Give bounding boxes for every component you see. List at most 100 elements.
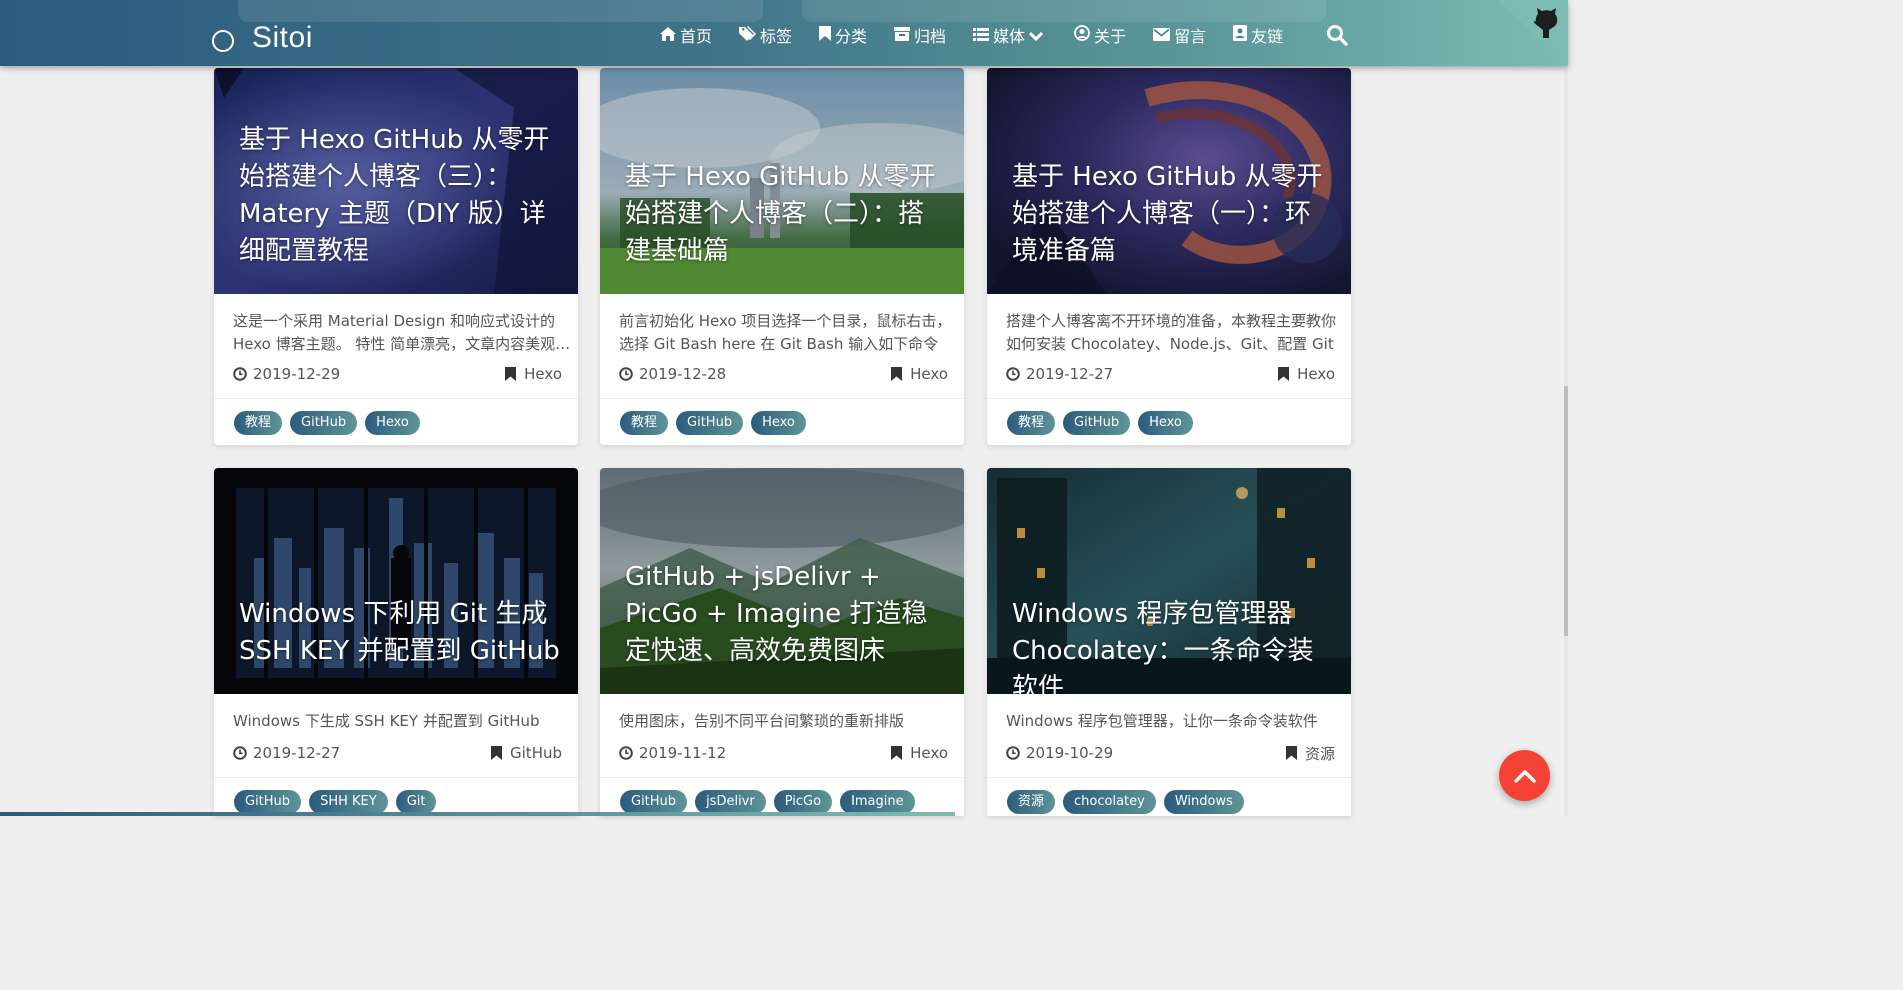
post-cover-image[interactable]: 基于 Hexo GitHub 从零开始搭建个人博客（二）：搭建基础篇 xyxy=(600,68,964,294)
post-title[interactable]: Windows 下利用 Git 生成 SSH KEY 并配置到 GitHub xyxy=(239,596,560,670)
post-cover-image[interactable]: Windows 程序包管理器 Chocolatey：一条命令装软件 xyxy=(987,468,1351,694)
post-category[interactable]: 资源 xyxy=(1285,743,1335,764)
tag-chip[interactable]: GitHub xyxy=(1063,411,1131,435)
logo-icon[interactable] xyxy=(212,30,234,52)
divider xyxy=(987,777,1351,778)
post-card[interactable]: Windows 程序包管理器 Chocolatey：一条命令装软件 Window… xyxy=(987,468,1351,816)
post-card[interactable]: GitHub + jsDelivr + PicGo + Imagine 打造稳定… xyxy=(600,468,964,816)
post-card[interactable]: 基于 Hexo GitHub 从零开始搭建个人博客（一）：环境准备篇 搭建个人博… xyxy=(987,68,1351,445)
post-date: 2019-10-29 xyxy=(1006,744,1113,762)
tag-chip[interactable]: GitHub xyxy=(290,411,358,435)
chevron-up-icon xyxy=(1513,769,1536,783)
post-category-text[interactable]: Hexo xyxy=(910,744,948,762)
nav-item-media[interactable]: 媒体 xyxy=(973,23,1047,47)
clock-icon xyxy=(619,367,633,381)
tag-chip[interactable]: jsDelivr xyxy=(695,790,766,814)
post-category-text[interactable]: Hexo xyxy=(524,365,562,383)
post-card[interactable]: 基于 Hexo GitHub 从零开始搭建个人博客（二）：搭建基础篇 前言初始化… xyxy=(600,68,964,445)
post-cover-image[interactable]: 基于 Hexo GitHub 从零开始搭建个人博客（一）：环境准备篇 xyxy=(987,68,1351,294)
bookmark-icon xyxy=(819,25,832,45)
nav-item-archive[interactable]: 归档 xyxy=(894,23,946,47)
tag-chip[interactable]: GitHub xyxy=(676,411,744,435)
post-card[interactable]: 基于 Hexo GitHub 从零开始搭建个人博客（三）：Matery 主题（D… xyxy=(214,68,578,445)
divider xyxy=(600,398,964,399)
tag-chip[interactable]: GitHub xyxy=(234,790,302,814)
divider xyxy=(214,777,578,778)
nav-item-categories[interactable]: 分类 xyxy=(819,23,867,47)
tag-chip[interactable]: SHH KEY xyxy=(309,790,388,814)
clock-icon xyxy=(1006,367,1020,381)
post-category[interactable]: Hexo xyxy=(891,365,948,383)
nav-item-about[interactable]: 关于 xyxy=(1074,23,1126,47)
back-to-top-button[interactable] xyxy=(1499,750,1550,801)
nav-item-guestbook[interactable]: 留言 xyxy=(1153,23,1206,47)
post-summary: Windows 程序包管理器，让你一条命令装软件 xyxy=(1006,712,1318,730)
bookmark-icon xyxy=(1285,746,1297,760)
post-tags: 教程 GitHub Hexo xyxy=(1007,411,1201,435)
tag-chip[interactable]: Hexo xyxy=(1138,411,1193,435)
post-card[interactable]: Windows 下利用 Git 生成 SSH KEY 并配置到 GitHub W… xyxy=(214,468,578,816)
tag-chip[interactable]: Git xyxy=(395,790,437,814)
main-nav: 首页 标签 分类 归档 媒体 关于 留言 友链 xyxy=(660,22,1310,48)
bookmark-icon xyxy=(1278,367,1290,381)
tag-chip[interactable]: 教程 xyxy=(1007,411,1056,435)
search-icon[interactable] xyxy=(1326,24,1348,46)
tag-chip[interactable]: chocolatey xyxy=(1063,790,1156,814)
post-date-text: 2019-11-12 xyxy=(639,744,727,762)
chevron-down-icon xyxy=(1029,26,1044,45)
nav-label: 标签 xyxy=(760,27,793,46)
post-date-text: 2019-12-28 xyxy=(639,365,727,383)
site-brand[interactable]: Sitoi xyxy=(252,21,313,55)
tag-chip[interactable]: 教程 xyxy=(234,411,283,435)
post-cover-image[interactable]: GitHub + jsDelivr + PicGo + Imagine 打造稳定… xyxy=(600,468,964,694)
post-date: 2019-11-12 xyxy=(619,744,726,762)
tag-chip[interactable]: Windows xyxy=(1163,790,1244,814)
post-meta: 2019-12-29 Hexo xyxy=(233,363,562,385)
divider xyxy=(987,398,1351,399)
scrollbar-thumb[interactable] xyxy=(1564,386,1568,636)
nav-item-home[interactable]: 首页 xyxy=(660,23,712,47)
post-summary: 使用图床，告别不同平台间繁琐的重新排版 xyxy=(619,712,905,730)
tag-chip[interactable]: Hexo xyxy=(365,411,420,435)
clock-icon xyxy=(233,746,247,760)
post-meta: 2019-10-29 资源 xyxy=(1006,742,1335,764)
post-date: 2019-12-27 xyxy=(1006,365,1113,383)
tag-chip[interactable]: Hexo xyxy=(751,411,806,435)
post-category-text[interactable]: Hexo xyxy=(1297,365,1335,383)
post-title[interactable]: 基于 Hexo GitHub 从零开始搭建个人博客（二）：搭建基础篇 xyxy=(625,159,946,270)
nav-item-tags[interactable]: 标签 xyxy=(739,23,792,47)
tag-chip[interactable]: GitHub xyxy=(620,790,688,814)
post-title[interactable]: 基于 Hexo GitHub 从零开始搭建个人博客（三）：Matery 主题（D… xyxy=(239,122,560,270)
scrollbar[interactable] xyxy=(1564,66,1568,816)
post-category-text[interactable]: 资源 xyxy=(1305,743,1335,764)
post-category[interactable]: GitHub xyxy=(491,744,562,762)
post-cover-image[interactable]: Windows 下利用 Git 生成 SSH KEY 并配置到 GitHub xyxy=(214,468,578,694)
post-date-text: 2019-12-27 xyxy=(253,744,341,762)
post-category[interactable]: Hexo xyxy=(505,365,562,383)
navbar-decoration xyxy=(802,0,1326,22)
post-date: 2019-12-28 xyxy=(619,365,726,383)
github-corner[interactable] xyxy=(1498,0,1568,66)
tag-chip[interactable]: Imagine xyxy=(840,790,915,814)
post-title[interactable]: 基于 Hexo GitHub 从零开始搭建个人博客（一）：环境准备篇 xyxy=(1012,159,1333,270)
bookmark-icon xyxy=(505,367,517,381)
tag-chip[interactable]: PicGo xyxy=(773,790,833,814)
post-title[interactable]: Windows 程序包管理器 Chocolatey：一条命令装软件 xyxy=(1012,596,1333,694)
post-tags: 教程 GitHub Hexo xyxy=(620,411,814,435)
nav-item-friends[interactable]: 友链 xyxy=(1233,23,1283,47)
post-cover-image[interactable]: 基于 Hexo GitHub 从零开始搭建个人博客（三）：Matery 主题（D… xyxy=(214,68,578,294)
post-category-text[interactable]: Hexo xyxy=(910,365,948,383)
post-category-text[interactable]: GitHub xyxy=(510,744,562,762)
clock-icon xyxy=(619,746,633,760)
post-meta: 2019-12-27 Hexo xyxy=(1006,363,1335,385)
post-title[interactable]: GitHub + jsDelivr + PicGo + Imagine 打造稳定… xyxy=(625,559,946,670)
nav-label: 首页 xyxy=(680,27,713,46)
tag-chip[interactable]: 教程 xyxy=(620,411,669,435)
clock-icon xyxy=(1006,746,1020,760)
post-category[interactable]: Hexo xyxy=(891,744,948,762)
home-icon xyxy=(660,26,676,45)
reading-progress-bar xyxy=(0,812,955,816)
tag-chip[interactable]: 资源 xyxy=(1007,790,1056,814)
post-category[interactable]: Hexo xyxy=(1278,365,1335,383)
post-tags: GitHub jsDelivr PicGo Imagine xyxy=(620,790,923,814)
